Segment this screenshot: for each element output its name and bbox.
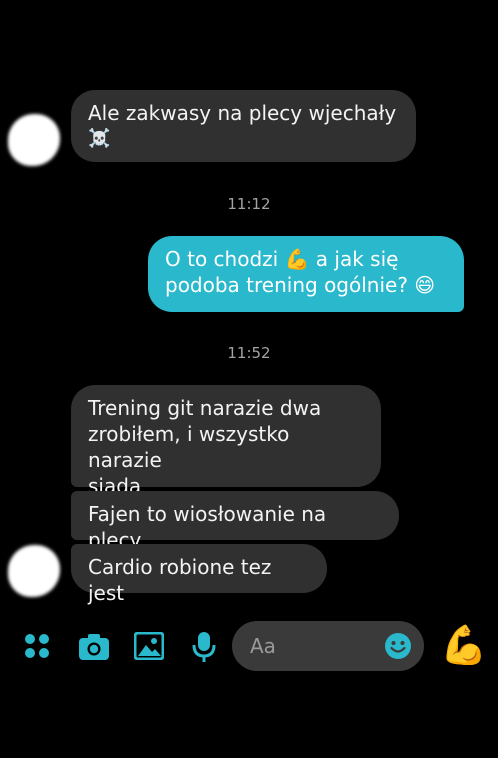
- image-icon[interactable]: [133, 631, 165, 664]
- message-bubble-incoming[interactable]: Ale zakwasy na plecy wjechały ☠️: [71, 90, 416, 162]
- timestamp: 11:52: [227, 344, 271, 362]
- message-input-placeholder: Aa: [250, 634, 276, 658]
- camera-icon[interactable]: [78, 633, 110, 665]
- message-input[interactable]: Aa: [232, 621, 424, 671]
- message-text: zrobiłem, i wszystko narazie: [88, 422, 290, 472]
- emoji-icon[interactable]: [384, 632, 412, 664]
- message-text: O to chodzi 💪 a jak się: [165, 247, 399, 271]
- message-bubble-outgoing[interactable]: O to chodzi 💪 a jak się podoba trening o…: [148, 236, 464, 312]
- avatar[interactable]: [8, 114, 60, 166]
- message-text: Ale zakwasy na plecy wjechały: [88, 101, 397, 125]
- microphone-icon[interactable]: [192, 631, 216, 667]
- message-text: ☠️: [88, 128, 111, 149]
- message-bubble-incoming[interactable]: Trening git narazie dwa zrobiłem, i wszy…: [71, 385, 381, 498]
- message-text: Cardio robione tez jest: [88, 555, 272, 605]
- avatar[interactable]: [8, 545, 60, 597]
- quick-reaction-button[interactable]: 💪: [440, 622, 487, 668]
- message-bubble-incoming[interactable]: Cardio robione tez jest: [71, 544, 327, 605]
- message-bubble-incoming[interactable]: Fajen to wiosłowanie na plecy: [71, 491, 399, 552]
- message-text: podoba trening ogólnie? 😄: [165, 273, 436, 297]
- flexed-biceps-icon: 💪: [440, 623, 488, 667]
- timestamp: 11:12: [227, 195, 271, 213]
- apps-icon[interactable]: [24, 633, 50, 663]
- message-text: Trening git narazie dwa: [88, 396, 322, 420]
